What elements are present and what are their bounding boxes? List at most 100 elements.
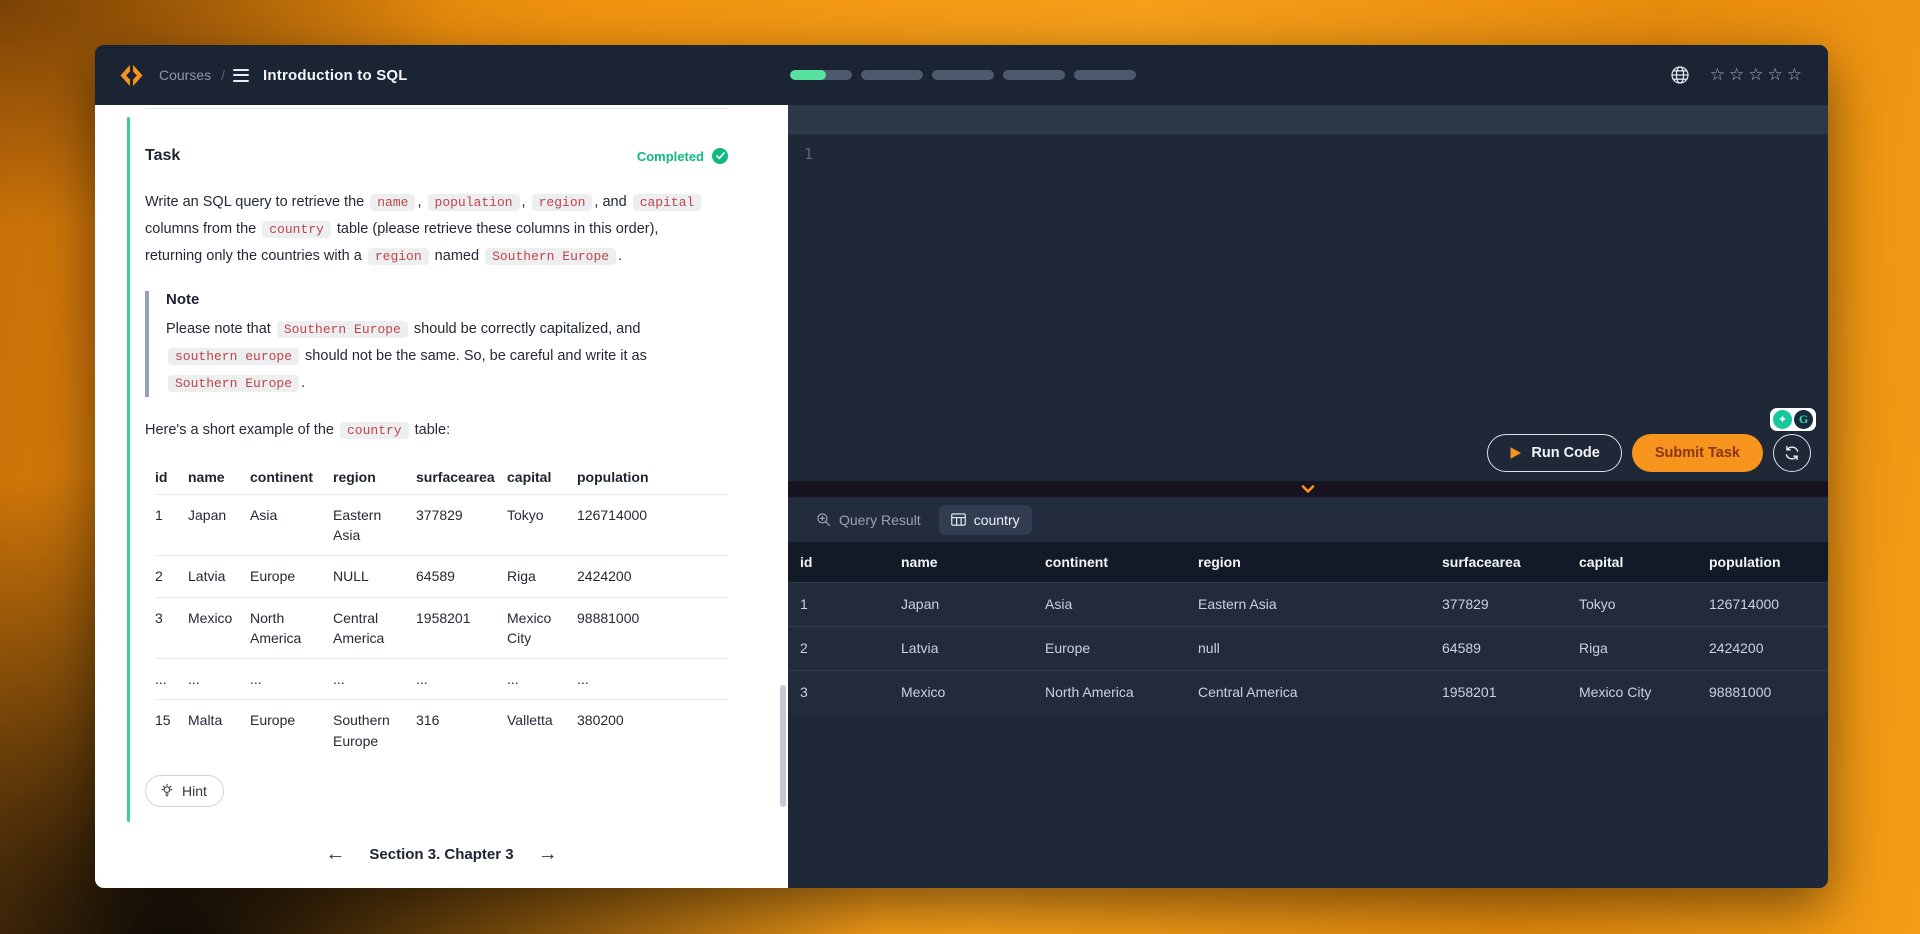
table-icon xyxy=(951,513,966,526)
column-header: region xyxy=(1186,542,1430,582)
column-header: capital xyxy=(507,460,577,495)
browser-extension-badge[interactable]: ✦ G xyxy=(1770,408,1816,431)
globe-icon[interactable] xyxy=(1670,65,1690,85)
hint-label: Hint xyxy=(182,783,207,799)
lightbulb-icon xyxy=(159,783,175,799)
column-header: surfacearea xyxy=(416,460,507,495)
table-row: 2LatviaEuropeNULL64589Riga2424200 xyxy=(155,556,728,597)
refresh-icon xyxy=(1783,444,1801,462)
example-table-header-row: idnamecontinentregionsurfaceareacapitalp… xyxy=(155,460,728,495)
inline-code-chip: Southern Europe xyxy=(277,321,408,338)
column-header: name xyxy=(889,542,1033,582)
course-title: Introduction to SQL xyxy=(263,67,408,84)
inline-code-chip: capital xyxy=(633,194,702,211)
tab-query-result[interactable]: Query Result xyxy=(804,505,933,535)
editor-pane: 1 ✦ G Run Code Submit Task xyxy=(788,105,1828,888)
inline-code-chip: region xyxy=(368,248,429,265)
status-label: Completed xyxy=(637,149,704,164)
next-chapter-button[interactable]: → xyxy=(538,844,558,864)
progress-segment[interactable] xyxy=(1074,70,1136,80)
completed-check-icon xyxy=(712,148,728,164)
note-block: Note Please note that Southern Europe sh… xyxy=(145,291,705,396)
column-header: name xyxy=(188,460,250,495)
note-body: Please note that Southern Europe should … xyxy=(166,316,705,396)
grammarly-icon: G xyxy=(1794,410,1813,429)
query-result-area: idnamecontinentregionsurfaceareacapitalp… xyxy=(788,542,1828,888)
submit-task-label: Submit Task xyxy=(1655,445,1740,461)
top-bar: Courses / Introduction to SQL ☆☆☆☆☆ xyxy=(95,45,1828,105)
run-code-button[interactable]: Run Code xyxy=(1487,434,1621,472)
table-row: 1JapanAsiaEastern Asia377829Tokyo1267140… xyxy=(788,582,1828,626)
result-table-header-row: idnamecontinentregionsurfaceareacapitalp… xyxy=(788,542,1828,582)
progress-segment[interactable] xyxy=(790,70,852,80)
column-header: population xyxy=(577,460,728,495)
column-header: id xyxy=(788,542,889,582)
results-tab-bar: Query Result country xyxy=(788,497,1828,542)
example-intro: Here's a short example of the country ta… xyxy=(145,417,710,444)
prev-chapter-button[interactable]: ← xyxy=(325,844,345,864)
table-row: 1JapanAsiaEastern Asia377829Tokyo1267140… xyxy=(155,494,728,556)
tab-query-result-label: Query Result xyxy=(839,512,921,528)
task-description: Write an SQL query to retrieve the name,… xyxy=(145,189,710,269)
progress-segment[interactable] xyxy=(861,70,923,80)
panel-resizer[interactable] xyxy=(788,481,1828,497)
table-row: 15MaltaEuropeSouthern Europe316Valletta3… xyxy=(155,700,728,761)
task-panel: Task Completed Write an SQL query to ret… xyxy=(95,105,788,888)
progress-segment[interactable] xyxy=(932,70,994,80)
course-menu-icon[interactable] xyxy=(229,65,253,86)
reset-code-button[interactable] xyxy=(1773,434,1811,472)
tab-country[interactable]: country xyxy=(939,505,1032,535)
table-row: ..................... xyxy=(155,659,728,700)
play-icon xyxy=(1509,446,1522,460)
inline-code-chip: region xyxy=(532,194,593,211)
chapter-progress-indicator xyxy=(127,117,130,822)
task-panel-scrollbar[interactable] xyxy=(780,685,786,807)
breadcrumb-courses-link[interactable]: Courses xyxy=(159,67,211,83)
column-header: surfacearea xyxy=(1430,542,1567,582)
editor-actions: Run Code Submit Task xyxy=(1487,434,1811,472)
result-table: idnamecontinentregionsurfaceareacapitalp… xyxy=(788,542,1828,714)
chevron-down-icon xyxy=(1301,485,1315,493)
task-title: Task xyxy=(145,147,180,165)
column-header: continent xyxy=(1033,542,1186,582)
inline-code-chip: southern europe xyxy=(168,348,299,365)
table-row: 2LatviaEuropenull64589Riga2424200 xyxy=(788,626,1828,670)
task-status: Completed xyxy=(637,148,728,164)
inline-code-chip: Southern Europe xyxy=(168,375,299,392)
column-header: continent xyxy=(250,460,333,495)
column-header: population xyxy=(1697,542,1828,582)
inline-code-chip: population xyxy=(428,194,520,211)
table-row: 3MexicoNorth AmericaCentral America19582… xyxy=(788,670,1828,714)
example-country-table: idnamecontinentregionsurfaceareacapitalp… xyxy=(155,460,728,761)
main-split: Task Completed Write an SQL query to ret… xyxy=(95,105,1828,888)
column-header: id xyxy=(155,460,188,495)
column-header: region xyxy=(333,460,416,495)
extension-assistant-icon: ✦ xyxy=(1773,410,1792,429)
course-progress-bar xyxy=(790,70,1136,80)
progress-segment[interactable] xyxy=(1003,70,1065,80)
hint-button[interactable]: Hint xyxy=(145,775,224,807)
editor-line-number: 1 xyxy=(804,145,813,163)
magnifier-icon xyxy=(816,512,831,527)
breadcrumb: Courses / xyxy=(159,67,225,83)
star-rating[interactable]: ☆☆☆☆☆ xyxy=(1710,65,1806,85)
column-header: capital xyxy=(1567,542,1697,582)
task-card-top-border xyxy=(145,108,728,109)
tab-country-label: country xyxy=(974,512,1020,528)
table-row: 3MexicoNorth AmericaCentral America19582… xyxy=(155,597,728,659)
inline-code-chip: country xyxy=(340,422,409,439)
inline-code-chip: country xyxy=(262,221,331,238)
codefinity-logo-icon[interactable] xyxy=(118,62,145,89)
submit-task-button[interactable]: Submit Task xyxy=(1632,434,1763,472)
inline-code-chip: name xyxy=(370,194,415,211)
code-editor[interactable]: 1 ✦ G Run Code Submit Task xyxy=(788,135,1828,481)
inline-code-chip: Southern Europe xyxy=(485,248,616,265)
editor-toolbar xyxy=(788,105,1828,135)
breadcrumb-separator: / xyxy=(221,67,225,83)
run-code-label: Run Code xyxy=(1531,445,1599,461)
topbar-right-controls: ☆☆☆☆☆ xyxy=(1670,65,1808,85)
note-title: Note xyxy=(166,291,705,308)
app-window: Courses / Introduction to SQL ☆☆☆☆☆ xyxy=(95,45,1828,888)
chapter-navigation: ← Section 3. Chapter 3 → xyxy=(95,844,788,864)
chapter-nav-label: Section 3. Chapter 3 xyxy=(369,846,513,863)
